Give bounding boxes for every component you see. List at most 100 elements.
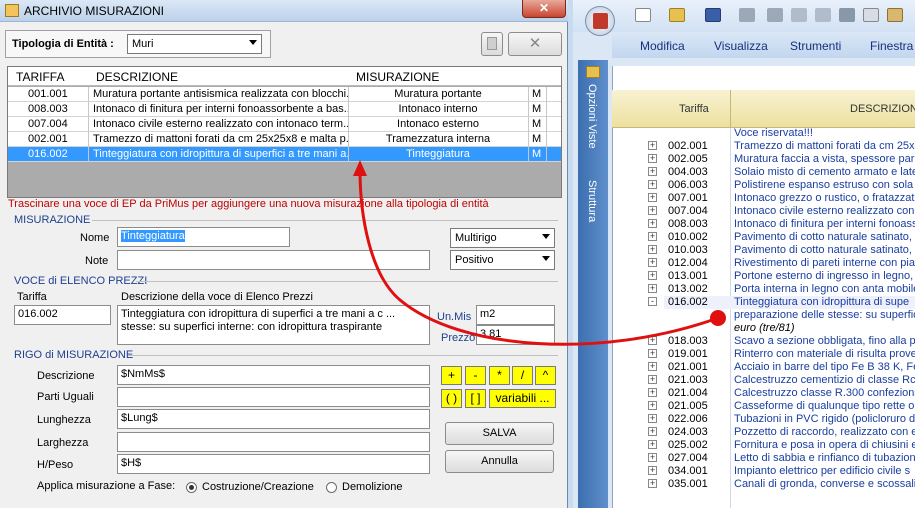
side-tab-struttura[interactable]: Struttura (586, 180, 598, 222)
list-item[interactable]: +027.004 Letto di sabbia e rinfianco di t… (612, 452, 915, 465)
variabili-button[interactable]: variabili ... (489, 389, 556, 408)
list-item[interactable]: +002.001 Tramezzo di mattoni forati da cm… (612, 140, 915, 153)
minus-button[interactable]: - (465, 366, 486, 385)
expand-icon[interactable]: + (648, 258, 657, 267)
expand-icon[interactable]: + (648, 141, 657, 150)
expand-icon[interactable]: + (648, 206, 657, 215)
expand-icon[interactable]: + (648, 401, 657, 410)
radio-demolizione[interactable] (326, 482, 337, 493)
expand-icon[interactable]: + (648, 479, 657, 488)
larghezza-field[interactable] (117, 432, 430, 452)
list-item[interactable]: +004.003 Solaio misto di cemento armato e… (612, 166, 915, 179)
list-item[interactable]: +010.003 Pavimento di cotto naturale sati… (612, 244, 915, 257)
expand-icon[interactable]: + (648, 271, 657, 280)
app-logo-icon[interactable] (585, 6, 615, 36)
parentheses-button[interactable]: ( ) (441, 389, 462, 408)
menu-strumenti[interactable]: Strumenti (790, 39, 841, 53)
list-item[interactable]: +024.003 Pozzetto di raccordo, realizzato… (612, 426, 915, 439)
list-item[interactable]: +035.001 Canali di gronda, converse e sco… (612, 478, 915, 491)
redo-icon[interactable] (815, 8, 831, 22)
expand-icon[interactable]: + (648, 375, 657, 384)
menu-modifica[interactable]: Modifica (640, 39, 685, 53)
open-folder-icon[interactable] (669, 8, 685, 22)
expand-icon[interactable]: + (648, 466, 657, 475)
segno-select[interactable]: Positivo (450, 250, 555, 270)
divide-button[interactable]: / (512, 366, 533, 385)
list-item[interactable]: Voce riservata!!! (612, 127, 915, 140)
list-item[interactable]: +021.004 Calcestruzzo classe R.300 confez… (612, 387, 915, 400)
descrizione-field[interactable]: $NmMs$ (117, 365, 430, 385)
expand-icon[interactable]: + (648, 414, 657, 423)
list-item[interactable]: +007.001 Intonaco grezzo o rustico, o fra… (612, 192, 915, 205)
expand-icon[interactable]: + (648, 167, 657, 176)
list-item[interactable]: +008.003 Intonaco di finitura per interni… (612, 218, 915, 231)
expand-icon[interactable]: + (648, 180, 657, 189)
list-item[interactable]: +006.003 Polistirene espanso estruso con … (612, 179, 915, 192)
list-item[interactable]: +025.002 Fornitura e posa in opera di chi… (612, 439, 915, 452)
table-row[interactable]: 002.001 Tramezzo di mattoni forati da cm… (8, 132, 561, 147)
list-item[interactable]: +022.006 Tubazioni in PVC rigido (policlo… (612, 413, 915, 426)
parti-uguali-field[interactable] (117, 387, 430, 407)
lunghezza-field[interactable]: $Lung$ (117, 409, 430, 429)
table-row[interactable]: 008.003 Intonaco di finitura per interni… (8, 102, 561, 117)
expand-icon[interactable]: + (648, 219, 657, 228)
expand-icon[interactable]: + (648, 427, 657, 436)
list-item[interactable]: +021.005 Casseforme di qualunque tipo ret… (612, 400, 915, 413)
side-tab-opzioni[interactable]: Opzioni Viste (586, 84, 598, 149)
list-item[interactable]: +013.001 Portone esterno di ingresso in l… (612, 270, 915, 283)
expand-icon[interactable]: + (648, 440, 657, 449)
list-item[interactable]: +021.003 Calcestruzzo cementizio di class… (612, 374, 915, 387)
table-row[interactable]: 007.004 Intonaco civile esterno realizza… (8, 117, 561, 132)
expand-icon[interactable]: + (648, 193, 657, 202)
power-button[interactable]: ^ (535, 366, 556, 385)
tipologia-select[interactable]: Muri (127, 34, 262, 54)
nome-field[interactable]: Tinteggiatura (117, 227, 290, 247)
note-field[interactable] (117, 250, 430, 270)
tools-icon[interactable] (739, 8, 755, 22)
expand-icon[interactable]: + (648, 232, 657, 241)
list-item[interactable]: +012.004 Rivestimento di pareti interne c… (612, 257, 915, 270)
prezzo-field[interactable]: 3,81 (476, 325, 555, 345)
paste-icon[interactable] (887, 8, 903, 22)
copy-icon[interactable] (863, 8, 879, 22)
plus-button[interactable]: + (441, 366, 462, 385)
delete-button[interactable] (481, 32, 503, 56)
hpeso-field[interactable]: $H$ (117, 454, 430, 474)
expand-icon[interactable]: + (648, 388, 657, 397)
cut-icon[interactable] (839, 8, 855, 22)
multiply-button[interactable]: * (489, 366, 510, 385)
brackets-button[interactable]: [ ] (465, 389, 486, 408)
table-row-selected[interactable]: 016.002 Tinteggiatura con idropittura di… (8, 147, 561, 162)
table-row[interactable]: 001.001 Muratura portante antisismica re… (8, 87, 561, 102)
collapse-icon[interactable]: - (648, 297, 657, 306)
list-item[interactable]: +007.004 Intonaco civile esterno realizza… (612, 205, 915, 218)
expand-icon[interactable]: + (648, 362, 657, 371)
list-item[interactable]: - 016.002 Tinteggiatura con idropittura di… (612, 296, 915, 309)
expand-icon[interactable]: + (648, 284, 657, 293)
list-item[interactable]: +010.002 Pavimento di cotto naturale sati… (612, 231, 915, 244)
menu-visualizza[interactable]: Visualizza (714, 39, 768, 53)
list-item[interactable]: +018.003 Scavo a sezione obbligata, fino … (612, 335, 915, 348)
list-item[interactable]: +019.001 Rinterro con materiale di risult… (612, 348, 915, 361)
list-item[interactable]: +021.001 Acciaio in barre del tipo Fe B 3… (612, 361, 915, 374)
annulla-button[interactable]: Annulla (445, 450, 554, 473)
tariffa-field[interactable]: 016.002 (14, 305, 111, 325)
list-item[interactable]: +002.005 Muratura faccia a vista, spessor… (612, 153, 915, 166)
list-item[interactable]: +034.001 Impianto elettrico per edificio … (612, 465, 915, 478)
expand-icon[interactable]: + (648, 245, 657, 254)
save-icon[interactable] (705, 8, 721, 22)
clear-button[interactable]: ✕ (508, 32, 562, 56)
expand-icon[interactable]: + (648, 336, 657, 345)
menu-finestra[interactable]: Finestra (870, 39, 913, 53)
tipo-rigo-select[interactable]: Multirigo (450, 228, 555, 248)
new-file-icon[interactable] (635, 8, 651, 22)
list-item[interactable]: +013.002 Porta interna in legno con anta … (612, 283, 915, 296)
list-item[interactable]: preparazione delle stesse: su superfic (612, 309, 915, 322)
undo-icon[interactable] (791, 8, 807, 22)
radio-costruzione[interactable] (186, 482, 197, 493)
expand-icon[interactable]: + (648, 154, 657, 163)
list-item[interactable]: euro (tre/81) (612, 322, 915, 335)
close-button[interactable]: ✕ (522, 0, 566, 18)
expand-icon[interactable]: + (648, 453, 657, 462)
um-field[interactable]: m2 (476, 305, 555, 325)
